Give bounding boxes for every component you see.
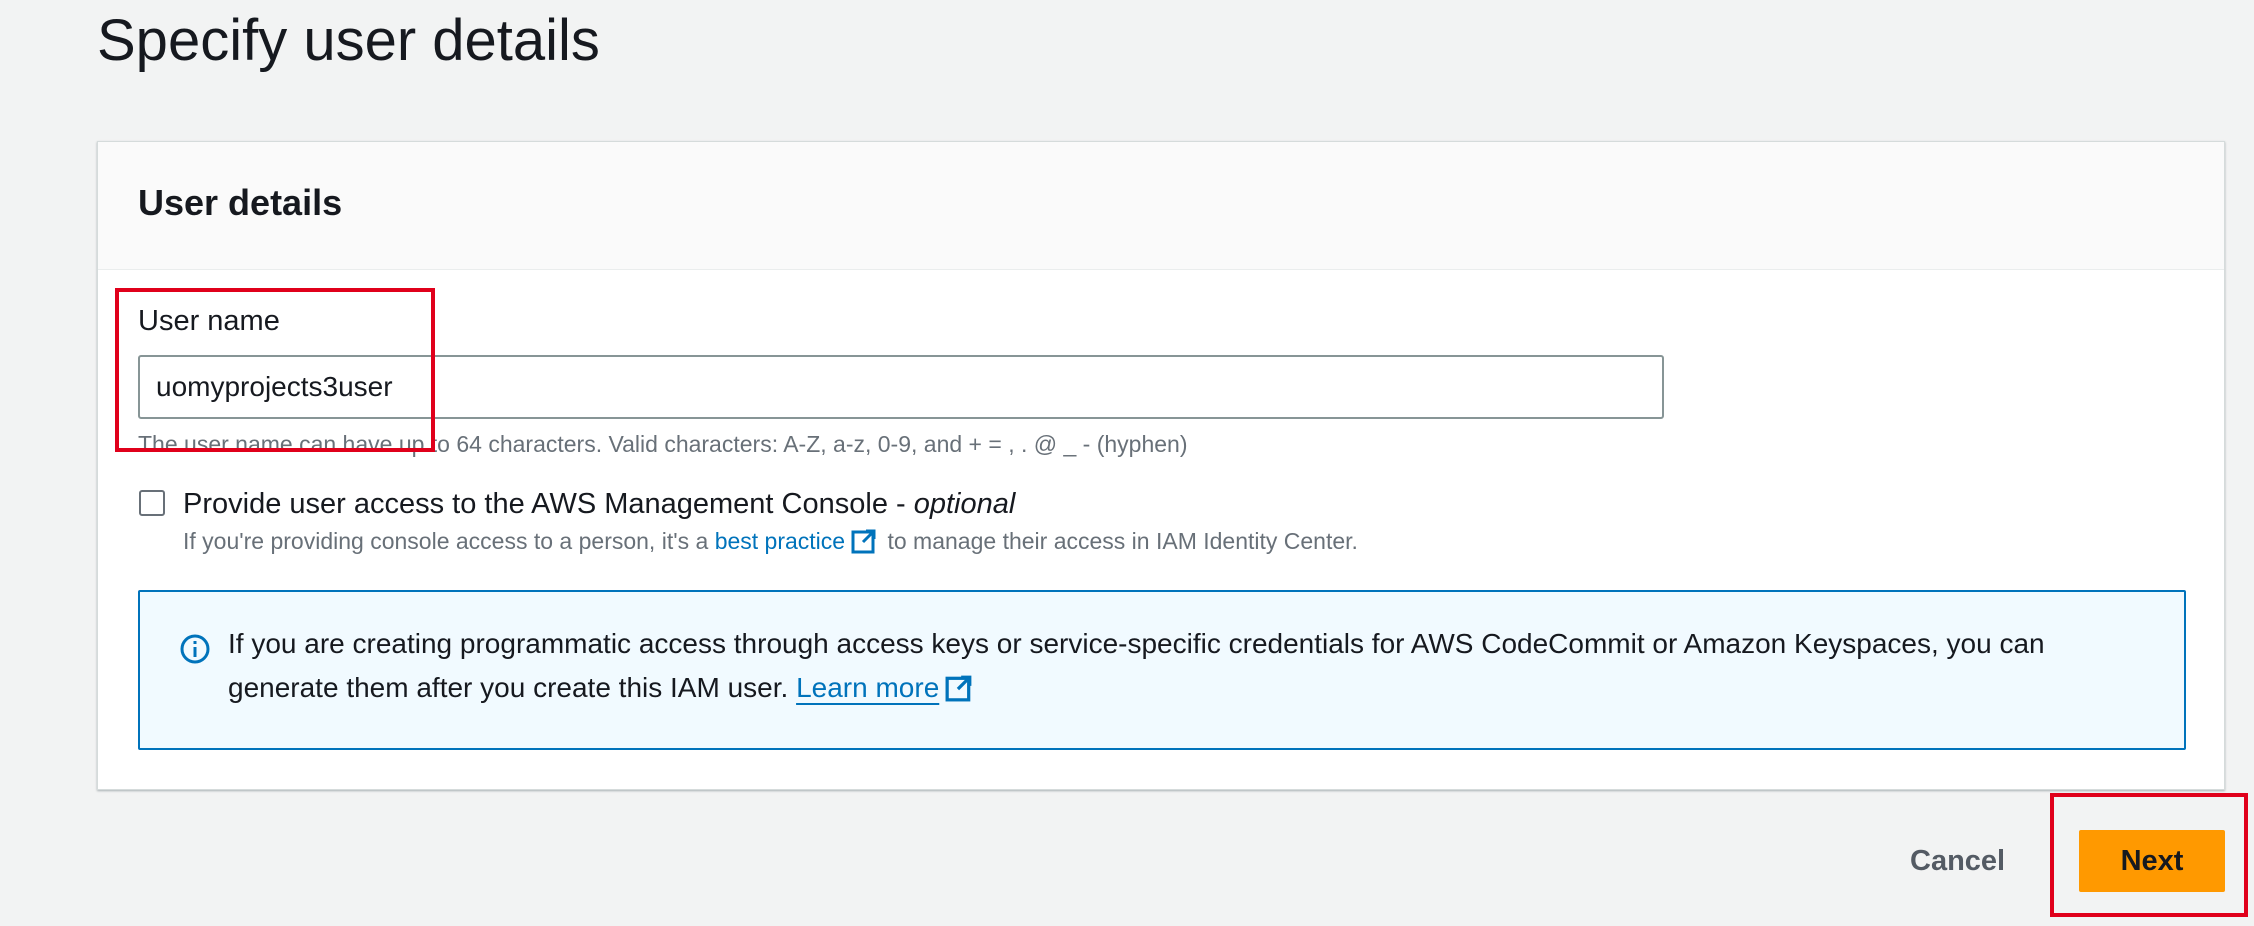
info-alert: If you are creating programmatic access … bbox=[138, 590, 2186, 750]
optional-label: optional bbox=[913, 488, 1016, 520]
user-details-panel: User details User name The user name can… bbox=[97, 141, 2225, 790]
console-access-checkbox[interactable] bbox=[139, 490, 165, 516]
info-text: If you are creating programmatic access … bbox=[228, 622, 2128, 710]
panel-heading: User details bbox=[138, 182, 343, 223]
console-access-description: If you're providing console access to a … bbox=[183, 524, 1358, 558]
username-label: User name bbox=[138, 305, 280, 337]
username-constraint-text: The user name can have up to 64 characte… bbox=[138, 431, 1188, 457]
info-icon bbox=[180, 634, 210, 664]
external-link-icon[interactable] bbox=[945, 674, 973, 702]
cancel-button[interactable]: Cancel bbox=[1910, 836, 2005, 886]
learn-more-link-text: Learn more bbox=[796, 672, 940, 703]
page-title: Specify user details bbox=[97, 8, 600, 73]
best-practice-link[interactable]: best practice bbox=[715, 528, 881, 554]
console-desc-prefix: If you're providing console access to a … bbox=[183, 528, 715, 554]
console-access-label[interactable]: Provide user access to the AWS Managemen… bbox=[183, 484, 1015, 524]
info-message: If you are creating programmatic access … bbox=[228, 628, 2045, 703]
external-link-icon bbox=[851, 529, 876, 554]
console-access-label-text: Provide user access to the AWS Managemen… bbox=[183, 488, 914, 520]
next-button[interactable]: Next bbox=[2079, 830, 2225, 892]
best-practice-link-text: best practice bbox=[714, 528, 846, 554]
learn-more-link[interactable]: Learn more bbox=[796, 672, 939, 703]
username-input[interactable] bbox=[138, 355, 1664, 419]
panel-header: User details bbox=[98, 142, 2224, 270]
console-desc-suffix: to manage their access in IAM Identity C… bbox=[881, 528, 1358, 554]
